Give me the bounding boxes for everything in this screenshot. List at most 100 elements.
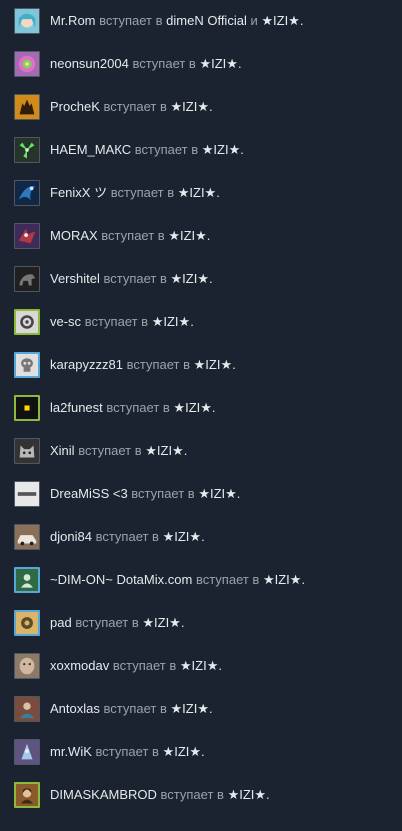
list-item: djoni84 вступает в ★IZI★.: [0, 521, 402, 553]
group-name[interactable]: ★IZI★.: [168, 228, 210, 243]
group-name[interactable]: ★IZI★.: [173, 400, 215, 415]
woman-portrait-icon: [16, 784, 38, 806]
action-text: вступает в: [103, 271, 167, 286]
list-item: Vershitel вступает в ★IZI★.: [0, 263, 402, 295]
avatar[interactable]: [14, 180, 40, 206]
action-text: вступает в: [131, 486, 195, 501]
action-text: вступает в: [75, 615, 139, 630]
group-name[interactable]: ★IZI★.: [194, 357, 236, 372]
dragon-icon: [15, 224, 39, 248]
list-item: xoxmodav вступает в ★IZI★.: [0, 650, 402, 682]
gear-icon: [16, 612, 38, 634]
group-name[interactable]: ★IZI★.: [171, 271, 213, 286]
action-text: вступает в: [103, 99, 167, 114]
user-name[interactable]: FenixX ツ: [50, 185, 107, 200]
action-text: вступает в: [106, 400, 170, 415]
list-item: neonsun2004 вступает в ★IZI★.: [0, 48, 402, 80]
avatar[interactable]: [14, 481, 40, 507]
user-name[interactable]: ve-sc: [50, 314, 81, 329]
list-item: Mr.Rom вступает в dimeN Official и ★IZI★…: [0, 5, 402, 37]
face-icon: [15, 654, 39, 678]
list-item: karapyzzz81 вступает в ★IZI★.: [0, 349, 402, 381]
avatar[interactable]: [14, 438, 40, 464]
group-name[interactable]: ★IZI★.: [163, 744, 205, 759]
group-name[interactable]: ★IZI★.: [198, 486, 240, 501]
user-name[interactable]: djoni84: [50, 529, 92, 544]
avatar[interactable]: [14, 137, 40, 163]
user-name[interactable]: karapyzzz81: [50, 357, 123, 372]
user-name[interactable]: НАЕМ_МАКС: [50, 142, 131, 157]
group-name[interactable]: ★IZI★.: [180, 658, 222, 673]
group-name[interactable]: ★IZI★.: [199, 56, 241, 71]
avatar[interactable]: [14, 266, 40, 292]
list-item: НАЕМ_МАКС вступает в ★IZI★.: [0, 134, 402, 166]
group-name[interactable]: ★IZI★.: [178, 185, 220, 200]
avatar[interactable]: [14, 739, 40, 765]
action-text: вступает в: [112, 658, 177, 673]
group-name[interactable]: ★IZI★.: [145, 443, 187, 458]
character-icon: [15, 697, 39, 721]
group-name[interactable]: ★IZI★.: [202, 142, 244, 157]
group-name[interactable]: ★IZI★.: [263, 572, 305, 587]
list-item: DIMASKAMBROD вступает в ★IZI★.: [0, 779, 402, 811]
avatar[interactable]: [14, 524, 40, 550]
action-text: вступает в: [84, 314, 149, 329]
list-item: ~DIM-ON~ DotaMix.com вступает в ★IZI★.: [0, 564, 402, 596]
action-text: вступает в: [160, 787, 224, 802]
mage-icon: [15, 740, 39, 764]
list-item: mr.WiK вступает в ★IZI★.: [0, 736, 402, 768]
list-item: FenixX ツ вступает в ★IZI★.: [0, 177, 402, 209]
avatar[interactable]: [14, 610, 40, 636]
avatar[interactable]: [14, 309, 40, 335]
avatar[interactable]: [14, 395, 40, 421]
avatar[interactable]: [14, 567, 40, 593]
radiation-icon: [15, 138, 39, 162]
group-name[interactable]: ★IZI★.: [163, 529, 205, 544]
avatar[interactable]: [14, 51, 40, 77]
action-text: вступает в: [78, 443, 142, 458]
avatar[interactable]: [14, 782, 40, 808]
user-name[interactable]: DIMASKAMBROD: [50, 787, 157, 802]
user-name[interactable]: ProcheK: [50, 99, 100, 114]
avatar[interactable]: [14, 352, 40, 378]
avatar[interactable]: [14, 94, 40, 120]
user-name[interactable]: Mr.Rom: [50, 13, 96, 28]
list-item: ve-sc вступает в ★IZI★.: [0, 306, 402, 338]
dreamiss-logo-icon: [15, 482, 39, 506]
user-name[interactable]: DreaMiSS <3: [50, 486, 128, 501]
group-name[interactable]: ★IZI★.: [171, 701, 213, 716]
user-name[interactable]: mr.WiK: [50, 744, 92, 759]
group-name[interactable]: ★IZI★.: [171, 99, 213, 114]
list-item: pad вступает в ★IZI★.: [0, 607, 402, 639]
avatar[interactable]: [14, 8, 40, 34]
action-text: вступает в: [101, 228, 165, 243]
user-name[interactable]: neonsun2004: [50, 56, 129, 71]
yellow-square-icon: [16, 397, 38, 419]
user-name[interactable]: MORAX: [50, 228, 98, 243]
blue-fenix-icon: [15, 181, 39, 205]
action-text: вступает в: [99, 13, 163, 28]
avatar[interactable]: [14, 223, 40, 249]
user-name[interactable]: ~DIM-ON~ DotaMix.com: [50, 572, 192, 587]
cat-icon: [15, 439, 39, 463]
list-item: MORAX вступает в ★IZI★.: [0, 220, 402, 252]
list-item: DreaMiSS <3 вступает в ★IZI★.: [0, 478, 402, 510]
user-name[interactable]: Vershitel: [50, 271, 100, 286]
avatar[interactable]: [14, 696, 40, 722]
user-name[interactable]: xoxmodav: [50, 658, 109, 673]
user-name[interactable]: pad: [50, 615, 72, 630]
user-name[interactable]: Xinil: [50, 443, 75, 458]
user-name[interactable]: la2funest: [50, 400, 103, 415]
group-name[interactable]: ★IZI★.: [142, 615, 184, 630]
group-name[interactable]: ★IZI★.: [228, 787, 270, 802]
group-name[interactable]: ★IZI★.: [261, 13, 303, 28]
dotamix-icon: [16, 569, 38, 591]
action-text: вступает в: [132, 56, 196, 71]
group-name[interactable]: ★IZI★.: [152, 314, 194, 329]
action-text: вступает в: [95, 744, 159, 759]
avatar[interactable]: [14, 653, 40, 679]
car-icon: [15, 525, 39, 549]
action-text: вступает в: [103, 701, 167, 716]
group-name[interactable]: dimeN Official: [166, 13, 247, 28]
user-name[interactable]: Antoxlas: [50, 701, 100, 716]
